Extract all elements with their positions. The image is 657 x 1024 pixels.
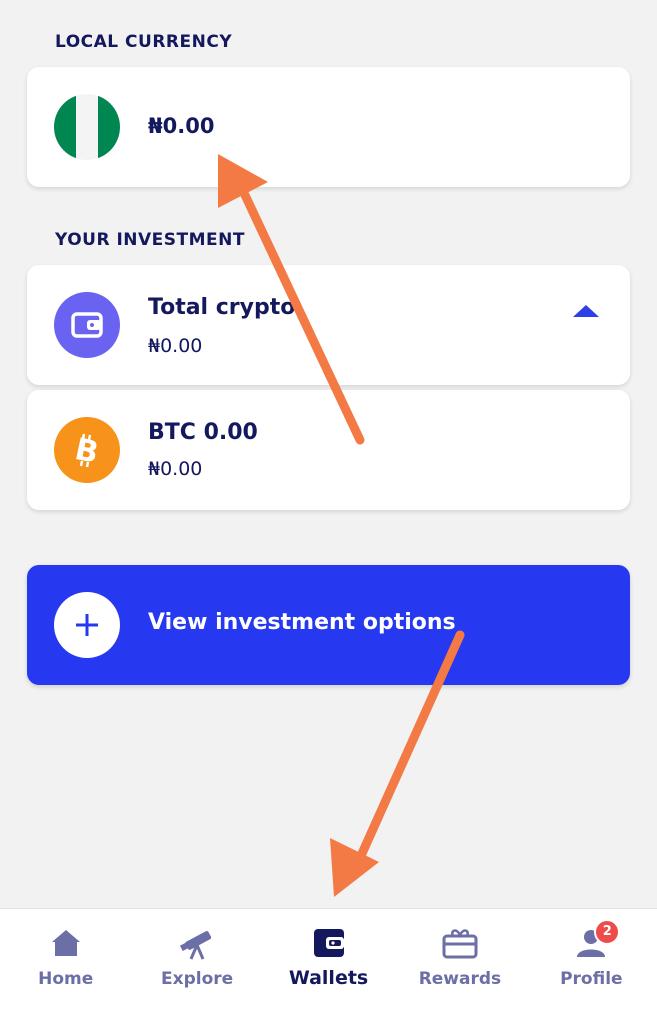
nav-rewards[interactable]: Rewards	[394, 909, 525, 1024]
local-currency-label: LOCAL CURRENCY	[55, 32, 233, 52]
nav-explore-label: Explore	[161, 969, 234, 989]
annotation-arrow-down-head	[330, 838, 379, 897]
wallet-icon	[313, 929, 344, 957]
nav-wallets[interactable]: Wallets	[263, 909, 394, 1024]
total-crypto-card[interactable]: Total crypto ₦0.00	[27, 265, 630, 385]
wallet-icon	[54, 292, 120, 358]
plus-icon	[54, 592, 120, 658]
nav-home[interactable]: Home	[0, 909, 131, 1024]
gift-card-icon	[442, 929, 478, 959]
nav-wallets-label: Wallets	[288, 967, 369, 989]
nav-home-label: Home	[38, 969, 94, 989]
btc-amount: ₦0.00	[148, 458, 203, 480]
local-currency-card[interactable]: ₦0.00	[27, 67, 630, 187]
local-currency-amount: ₦0.00	[148, 114, 215, 138]
nav-profile[interactable]: 2 Profile	[526, 909, 657, 1024]
bottom-nav: Home Explore Wallets Rewards 2 Profile	[0, 908, 657, 1024]
nav-rewards-label: Rewards	[418, 969, 502, 989]
total-crypto-amount: ₦0.00	[148, 335, 203, 357]
nav-profile-label: Profile	[560, 969, 623, 989]
btc-card[interactable]: B BTC 0.00 ₦0.00	[27, 390, 630, 510]
your-investment-label: YOUR INVESTMENT	[55, 230, 245, 250]
view-investment-options-label: View investment options	[148, 610, 456, 635]
total-crypto-title: Total crypto	[148, 295, 296, 320]
nav-explore[interactable]: Explore	[131, 909, 262, 1024]
view-investment-options-button[interactable]: View investment options	[27, 565, 630, 685]
collapse-chevron-up-icon[interactable]	[573, 305, 599, 317]
btc-title: BTC 0.00	[148, 420, 258, 445]
nigeria-flag-icon	[54, 94, 120, 160]
notification-badge: 2	[594, 919, 621, 945]
home-icon	[51, 930, 80, 956]
telescope-icon	[180, 931, 212, 960]
bitcoin-icon: B	[54, 417, 120, 483]
